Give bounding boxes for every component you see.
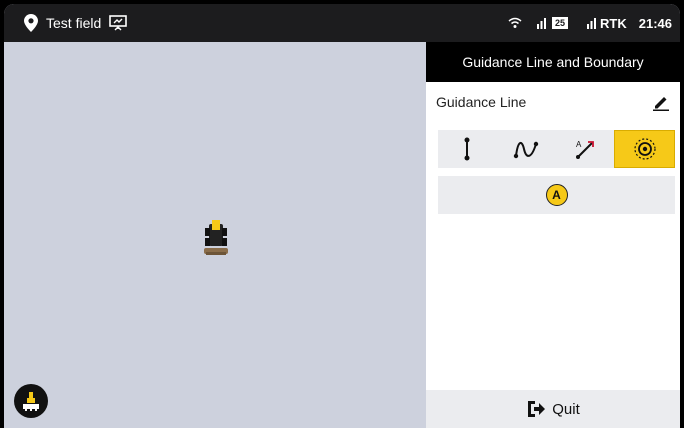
cellular-icon bbox=[536, 16, 548, 30]
clock: 21:46 bbox=[638, 15, 672, 31]
curve-line-icon bbox=[513, 141, 539, 159]
straight-line-icon bbox=[464, 137, 470, 161]
status-indicators: 25 RTK 21:46 bbox=[508, 4, 672, 42]
mode-pivot-button[interactable] bbox=[614, 130, 675, 168]
status-bar: Test field 25 RTK 21:46 bbox=[4, 4, 680, 42]
wifi-icon bbox=[508, 17, 522, 29]
mode-straight-button[interactable] bbox=[438, 130, 497, 168]
svg-text:A: A bbox=[576, 140, 582, 149]
field-info[interactable]: Test field bbox=[24, 14, 128, 32]
presentation-icon[interactable] bbox=[109, 15, 128, 31]
guidance-line-row: Guidance Line bbox=[426, 82, 680, 122]
edit-pencil-icon[interactable] bbox=[652, 93, 670, 111]
exit-arrow-icon bbox=[526, 400, 546, 418]
location-pin-icon bbox=[24, 14, 38, 32]
pivot-circle-icon bbox=[634, 138, 656, 160]
tractor-implement-icon bbox=[23, 392, 39, 411]
ab-heading-icon: A bbox=[575, 140, 594, 159]
guidance-line-label: Guidance Line bbox=[436, 94, 527, 110]
guidance-panel: Guidance Line and Boundary Guidance Line… bbox=[426, 42, 680, 428]
guidance-mode-selector: A bbox=[438, 130, 675, 168]
field-map[interactable] bbox=[4, 42, 426, 428]
battery-icon: 25 bbox=[552, 17, 569, 29]
set-point-a-button[interactable]: A bbox=[438, 176, 675, 214]
app-screen: Test field 25 RTK 21:46 Guidance Line an… bbox=[4, 4, 680, 428]
battery-level: 25 bbox=[555, 18, 566, 28]
quit-button[interactable]: Quit bbox=[426, 390, 680, 428]
mode-ab-heading-button[interactable]: A bbox=[556, 130, 615, 168]
quit-label: Quit bbox=[552, 400, 580, 418]
field-name: Test field bbox=[46, 15, 102, 31]
vehicle-button[interactable] bbox=[14, 384, 48, 418]
point-a-badge: A bbox=[545, 184, 568, 206]
panel-title: Guidance Line and Boundary bbox=[426, 42, 680, 82]
tractor-icon bbox=[202, 218, 230, 263]
rtk-label: RTK bbox=[600, 15, 627, 31]
mode-curve-button[interactable] bbox=[497, 130, 556, 168]
rtk-signal-icon bbox=[586, 16, 598, 30]
